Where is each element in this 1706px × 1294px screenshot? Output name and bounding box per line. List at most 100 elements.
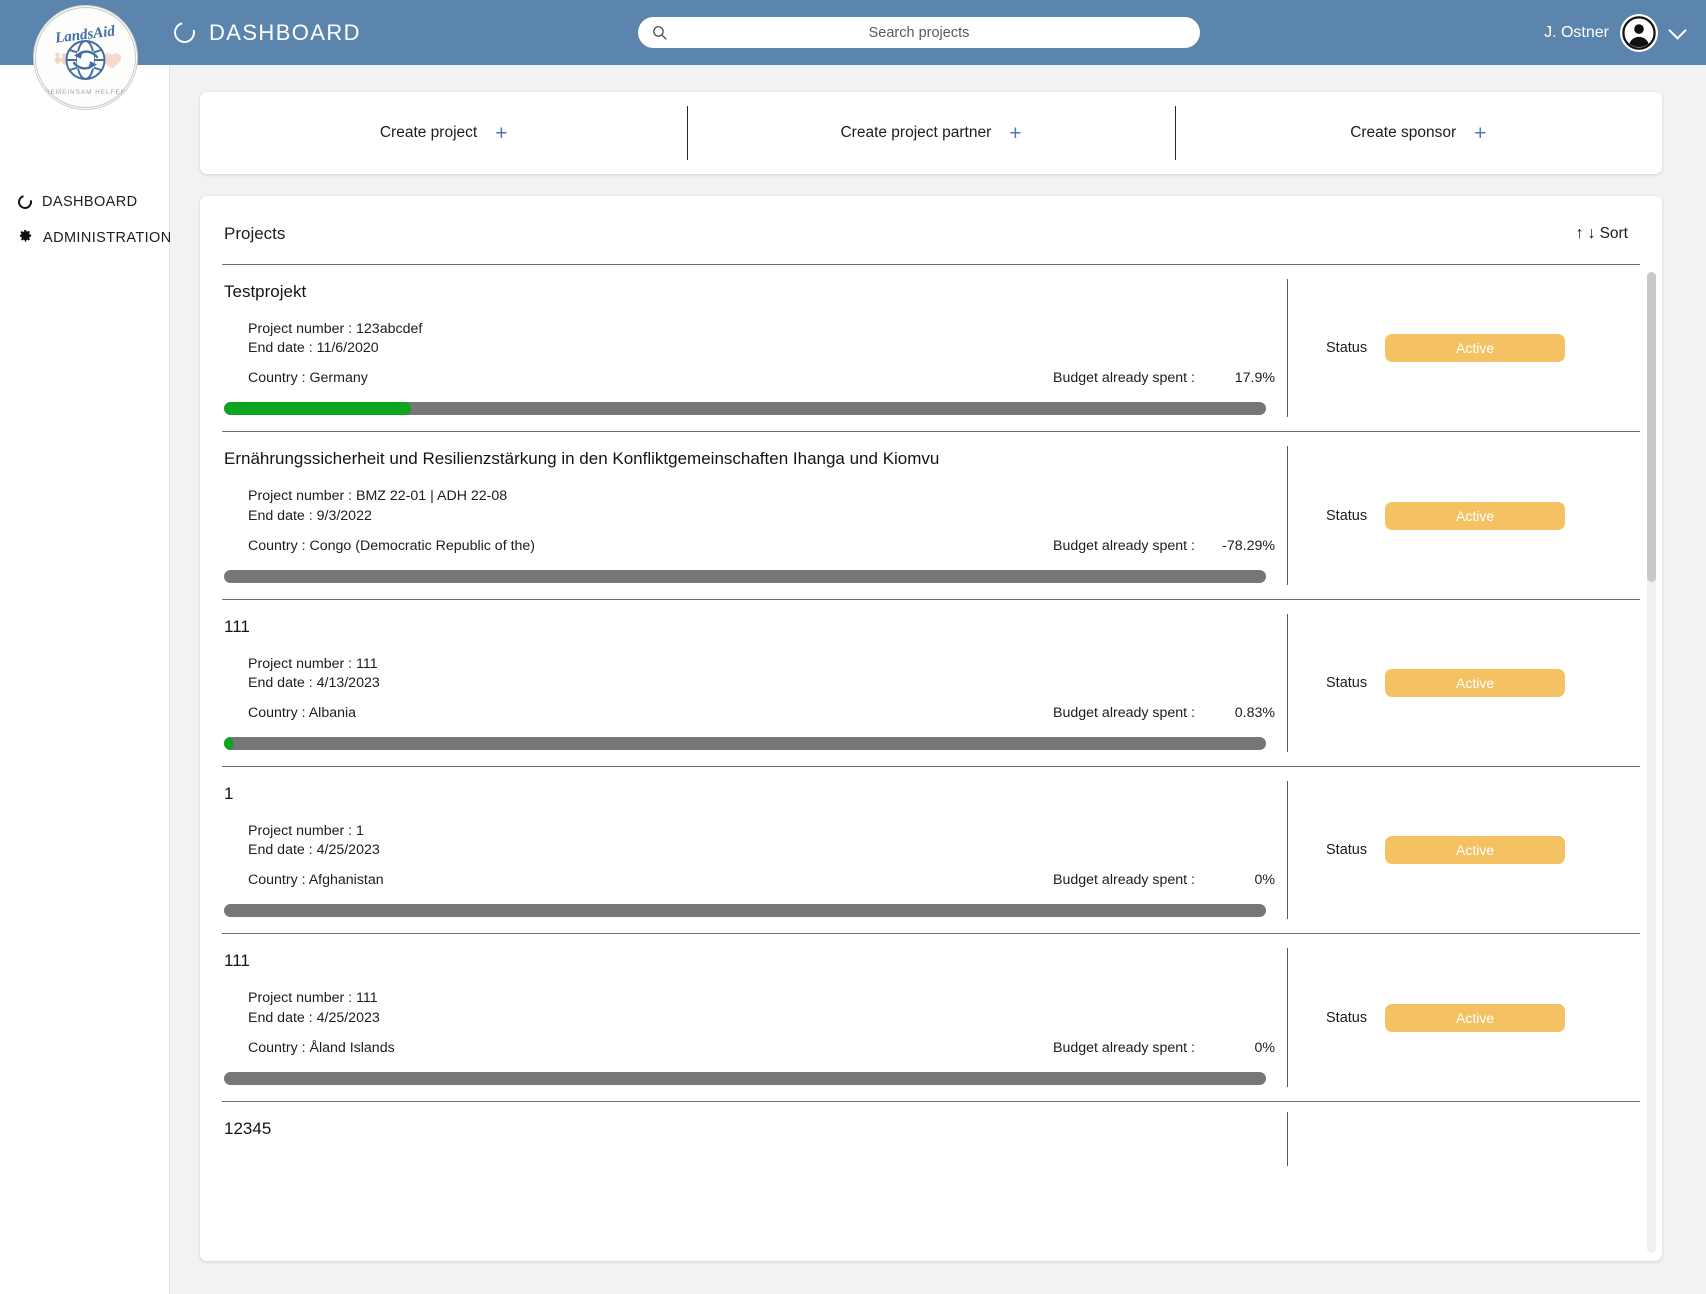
project-name: Ernährungssicherheit und Resilienzstärku… bbox=[224, 449, 940, 469]
budget-spent: Budget already spent : 0.83% bbox=[1053, 705, 1275, 721]
top-bar: DASHBOARD J. Ostner bbox=[0, 0, 1706, 65]
sidebar-item-dashboard[interactable]: DASHBOARD bbox=[0, 185, 169, 219]
status-badge[interactable]: Active bbox=[1385, 836, 1566, 865]
arrow-up-icon: ↑ bbox=[1575, 225, 1584, 242]
landsaid-logo: LandsAid GEMEINSAM HELFEN bbox=[33, 5, 138, 110]
plus-icon: + bbox=[1009, 121, 1022, 145]
budget-spent-label: Budget already spent : bbox=[1053, 705, 1195, 722]
projects-list[interactable]: Testprojekt Project number : 123abcdef End… bbox=[200, 264, 1662, 1261]
scrollbar-thumb[interactable] bbox=[1647, 272, 1656, 582]
account-circle-icon[interactable] bbox=[1620, 13, 1658, 52]
project-name: 12345 bbox=[224, 1118, 272, 1138]
status-label: Status bbox=[1326, 1009, 1368, 1026]
plus-icon: + bbox=[495, 121, 508, 145]
create-project-button[interactable]: Create project + bbox=[200, 92, 687, 174]
projects-header: Projects ↑ ↓ Sort bbox=[200, 196, 1662, 244]
status-label: Status bbox=[1326, 842, 1368, 859]
sidebar-item-administration[interactable]: ADMINISTRATION bbox=[0, 219, 172, 257]
search-box[interactable] bbox=[638, 17, 1200, 48]
project-row[interactable]: 1 Project number : 1 End date : 4/25/2023 C… bbox=[222, 766, 1640, 933]
page-title: DASHBOARD bbox=[209, 19, 361, 45]
sidebar-item-label: DASHBOARD bbox=[42, 194, 138, 210]
user-name: J. Ostner bbox=[1544, 23, 1609, 41]
status-badge[interactable]: Active bbox=[1385, 668, 1566, 697]
budget-spent-value: 0% bbox=[1254, 1039, 1275, 1056]
project-number: Project number : 111 bbox=[248, 990, 378, 1007]
budget-progress-fill bbox=[224, 402, 411, 416]
project-name: Testprojekt bbox=[224, 282, 307, 301]
create-sponsor-button[interactable]: Create sponsor + bbox=[1174, 92, 1662, 174]
arrow-down-icon: ↓ bbox=[1587, 225, 1596, 242]
budget-progress-bar bbox=[224, 904, 1266, 918]
budget-spent-label: Budget already spent : bbox=[1053, 1039, 1195, 1056]
project-row[interactable]: Ernährungssicherheit und Resilienzstärku… bbox=[222, 431, 1640, 598]
project-name: 111 bbox=[224, 951, 250, 971]
search-container bbox=[638, 17, 1200, 48]
sidebar: DASHBOARD ADMINISTRATION bbox=[0, 65, 172, 1294]
project-end-date: End date : 4/13/2023 bbox=[248, 674, 380, 691]
main-content: Create project + Create project partner … bbox=[170, 65, 1706, 1294]
project-number: Project number : 123abcdef bbox=[248, 321, 423, 337]
status-label: Status bbox=[1326, 340, 1368, 357]
project-row[interactable]: 111 Project number : 111 End date : 4/13/2… bbox=[222, 598, 1640, 766]
dashboard-page: DASHBOARD J. Ostner bbox=[0, 0, 1706, 1294]
budget-spent: Budget already spent : 0% bbox=[1053, 872, 1275, 888]
project-row[interactable]: 12345 bbox=[222, 1100, 1640, 1166]
sidebar-item-label: ADMINISTRATION bbox=[43, 230, 172, 246]
budget-spent-value: 0.83% bbox=[1234, 705, 1275, 722]
budget-spent-value: 0% bbox=[1254, 872, 1275, 889]
project-number: Project number : BMZ 22-01 | ADH 22-08 bbox=[248, 488, 508, 505]
project-name: 1 bbox=[224, 784, 234, 804]
project-country: Country : Albania bbox=[248, 705, 357, 722]
project-end-date: End date : 11/6/2020 bbox=[248, 340, 379, 357]
status-badge[interactable]: Active bbox=[1385, 334, 1566, 363]
status-badge[interactable]: Active bbox=[1385, 1003, 1566, 1032]
page-section-title: Projects bbox=[224, 224, 286, 243]
projects-scrollbar[interactable] bbox=[1647, 272, 1656, 1253]
budget-progress-bar bbox=[224, 569, 1266, 583]
gear-icon bbox=[18, 228, 33, 248]
project-row[interactable]: 111 Project number : 111 End date : 4/25/2… bbox=[222, 933, 1640, 1100]
plus-icon: + bbox=[1474, 121, 1487, 145]
project-number: Project number : 111 bbox=[248, 655, 378, 672]
action-label: Create sponsor bbox=[1350, 124, 1457, 141]
chevron-down-icon[interactable] bbox=[1668, 20, 1687, 40]
budget-spent: Budget already spent : 0% bbox=[1053, 1040, 1275, 1056]
user-menu[interactable]: J. Ostner bbox=[1544, 0, 1687, 65]
action-label: Create project partner bbox=[840, 124, 992, 141]
budget-progress-bar bbox=[224, 737, 1266, 751]
search-icon bbox=[653, 26, 667, 40]
project-end-date: End date : 9/3/2022 bbox=[248, 507, 372, 524]
create-project-partner-button[interactable]: Create project partner + bbox=[687, 92, 1174, 174]
project-end-date: End date : 4/25/2023 bbox=[248, 842, 380, 859]
ring-icon bbox=[15, 192, 35, 212]
budget-spent: Budget already spent : 17.9% bbox=[1053, 370, 1275, 386]
budget-spent-label: Budget already spent : bbox=[1053, 537, 1195, 554]
sort-button[interactable]: ↑ ↓ Sort bbox=[1576, 225, 1628, 243]
budget-progress-bar bbox=[224, 402, 1266, 416]
status-label: Status bbox=[1326, 674, 1368, 691]
page-title-group: DASHBOARD bbox=[170, 18, 361, 47]
budget-spent-value: 17.9% bbox=[1234, 370, 1275, 387]
status-badge[interactable]: Active bbox=[1385, 501, 1566, 530]
budget-progress-bar bbox=[224, 1071, 1266, 1085]
svg-text:GEMEINSAM HELFEN: GEMEINSAM HELFEN bbox=[45, 89, 127, 96]
ring-icon bbox=[170, 18, 199, 47]
budget-spent-label: Budget already spent : bbox=[1053, 370, 1195, 387]
project-row[interactable]: Testprojekt Project number : 123abcdef End… bbox=[222, 264, 1640, 431]
budget-spent: Budget already spent : -78.29% bbox=[1053, 538, 1275, 554]
quick-actions-card: Create project + Create project partner … bbox=[200, 92, 1662, 174]
project-country: Country : Congo (Democratic Republic of … bbox=[248, 537, 536, 554]
status-label: Status bbox=[1326, 507, 1368, 524]
action-label: Create project bbox=[379, 124, 478, 141]
budget-spent-label: Budget already spent : bbox=[1053, 872, 1195, 889]
project-country: Country : Åland Islands bbox=[248, 1039, 395, 1056]
project-country: Country : Germany bbox=[248, 370, 368, 387]
project-country: Country : Afghanistan bbox=[248, 872, 384, 889]
projects-panel: Projects ↑ ↓ Sort Testprojekt Project num… bbox=[200, 196, 1662, 1261]
project-number: Project number : 1 bbox=[248, 823, 364, 840]
sort-label: Sort bbox=[1599, 225, 1628, 242]
project-end-date: End date : 4/25/2023 bbox=[248, 1009, 380, 1026]
search-input[interactable] bbox=[638, 17, 1200, 48]
budget-progress-fill bbox=[224, 737, 234, 751]
